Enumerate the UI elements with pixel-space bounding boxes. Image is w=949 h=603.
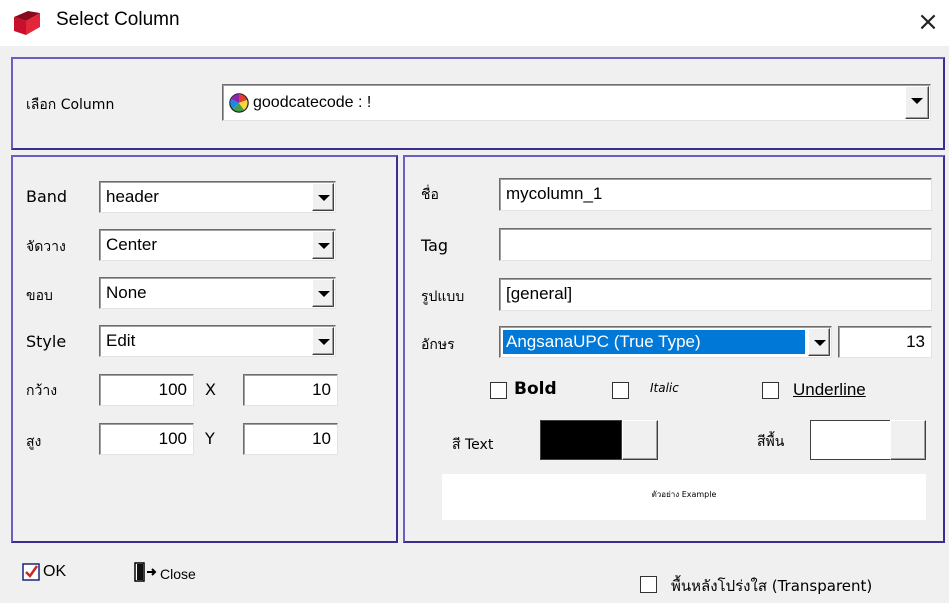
align-label: จัดวาง — [26, 239, 66, 255]
height-label: สูง — [26, 434, 42, 450]
tag-label: Tag — [421, 236, 449, 255]
band-combo[interactable]: header — [99, 181, 336, 213]
underline-label: Underline — [793, 380, 866, 399]
italic-checkbox[interactable] — [612, 382, 629, 399]
width-label: กว้าง — [26, 383, 58, 399]
window-title: Select Column — [56, 9, 180, 30]
border-value: None — [106, 283, 147, 302]
bold-label: Bold — [514, 379, 557, 399]
align-value: Center — [106, 235, 158, 254]
exit-door-icon — [133, 562, 159, 582]
band-value: header — [106, 187, 159, 206]
border-combo[interactable]: None — [99, 277, 336, 309]
font-value: AngsanaUPC (True Type) — [506, 332, 701, 351]
chevron-down-icon[interactable] — [312, 183, 334, 211]
select-column-combo[interactable]: goodcatecode : ! — [222, 84, 931, 121]
border-label: ขอบ — [26, 288, 53, 304]
close-window-button[interactable]: × — [912, 6, 944, 38]
chevron-down-icon[interactable] — [312, 327, 334, 355]
text-color-swatch[interactable] — [540, 420, 622, 460]
ok-button[interactable]: OK — [43, 563, 66, 581]
height-field[interactable]: 100 — [99, 423, 194, 455]
x-field[interactable]: 10 — [243, 374, 338, 406]
transparent-label: พื้นหลังโปร่งใส (Transparent) — [671, 577, 873, 595]
tag-field[interactable] — [499, 228, 932, 261]
preview-text: ตัวอย่าง Example — [651, 490, 717, 499]
chevron-down-icon[interactable] — [905, 86, 929, 119]
chevron-down-icon[interactable] — [808, 328, 830, 356]
bg-color-picker-button[interactable] — [890, 420, 926, 460]
text-color-label: สี Text — [452, 437, 494, 453]
underline-checkbox[interactable] — [762, 382, 779, 399]
font-preview: ตัวอย่าง Example — [442, 474, 926, 520]
y-label: Y — [205, 429, 215, 448]
align-combo[interactable]: Center — [99, 229, 336, 261]
chevron-down-icon[interactable] — [312, 231, 334, 259]
chevron-down-icon[interactable] — [312, 279, 334, 307]
band-label: Band — [26, 187, 68, 206]
transparent-checkbox[interactable] — [640, 576, 657, 593]
bg-color-swatch[interactable] — [810, 420, 892, 460]
close-button[interactable]: Close — [160, 566, 196, 582]
style-label: Style — [26, 332, 67, 351]
bg-color-label: สีพื้น — [757, 434, 785, 450]
y-field[interactable]: 10 — [243, 423, 338, 455]
format-label: รูปแบบ — [421, 289, 465, 305]
font-size-field[interactable]: 13 — [838, 326, 932, 358]
text-color-picker-button[interactable] — [622, 420, 658, 460]
select-column-value: goodcatecode : ! — [253, 94, 372, 111]
font-combo[interactable]: AngsanaUPC (True Type) — [499, 326, 832, 358]
format-field[interactable]: [general] — [499, 278, 932, 311]
x-label: X — [205, 380, 216, 399]
style-combo[interactable]: Edit — [99, 325, 336, 357]
color-wheel-icon — [229, 93, 249, 113]
select-column-label: เลือก Column — [26, 97, 115, 113]
italic-label: Italic — [650, 381, 679, 395]
bold-checkbox[interactable] — [490, 382, 507, 399]
font-label: อักษร — [421, 337, 455, 353]
style-value: Edit — [106, 331, 136, 350]
app-book-icon — [12, 11, 42, 35]
ok-check-icon — [22, 563, 40, 581]
name-field[interactable]: mycolumn_1 — [499, 178, 932, 211]
name-label: ชื่อ — [421, 187, 439, 203]
width-field[interactable]: 100 — [99, 374, 194, 406]
